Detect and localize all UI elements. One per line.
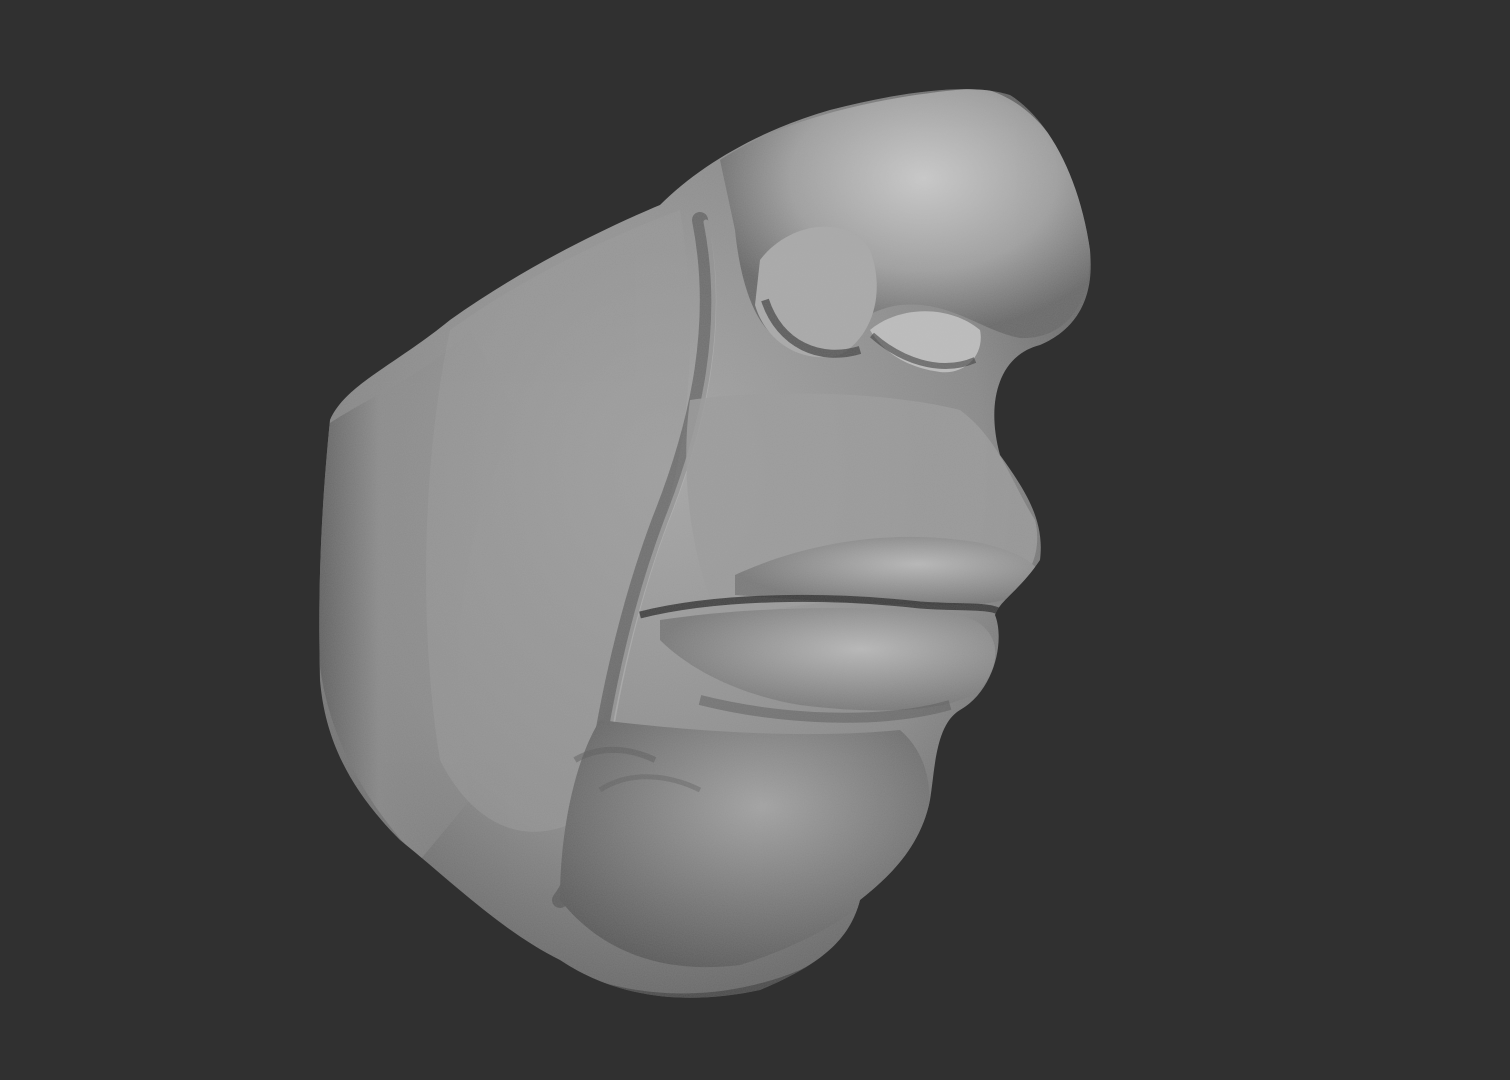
3d-viewport[interactable] [0, 0, 1510, 1080]
sculpt-render [319, 89, 1091, 998]
